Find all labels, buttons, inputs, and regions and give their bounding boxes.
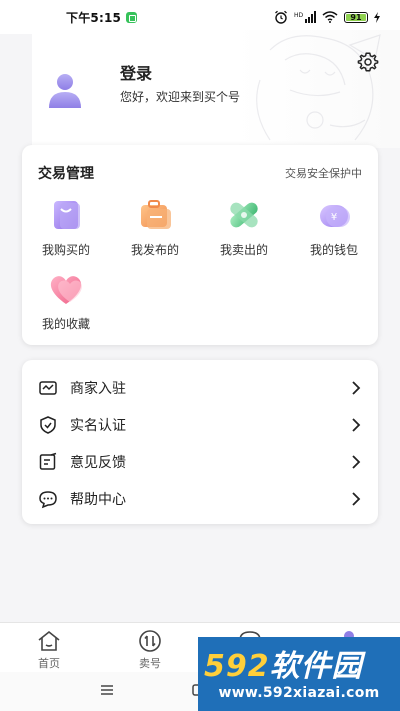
real-name-verify-item[interactable]: 实名认证 (22, 407, 378, 443)
status-time: 下午5:15 (66, 10, 122, 25)
welcome-text: 您好，欢迎来到买个号 (120, 90, 241, 104)
my-published-label: 我发布的 (130, 243, 179, 257)
edit-icon (39, 452, 57, 470)
store-icon (39, 381, 57, 395)
signal-hd-text: HD (294, 12, 304, 19)
help-center-label: 帮助中心 (70, 492, 126, 508)
chevron-right-icon (352, 492, 361, 506)
my-wallet-label: 我的钱包 (309, 243, 358, 257)
my-sold-label: 我卖出的 (219, 243, 268, 257)
home-icon (38, 630, 60, 651)
trade-security-text: 交易安全保护中 (285, 167, 362, 180)
cellular-signal-icon: HD (294, 11, 316, 23)
merchant-join-item[interactable]: 商家入驻 (22, 370, 378, 406)
my-sold-button[interactable]: 我卖出的 (204, 197, 284, 267)
nav-home[interactable]: 首页 (19, 629, 79, 671)
anime-character-illustration (256, 34, 381, 141)
menu-icon[interactable] (100, 684, 114, 696)
help-center-item[interactable]: 帮助中心 (22, 481, 378, 517)
svg-text:¥: ¥ (331, 212, 337, 223)
chevron-right-icon (352, 381, 361, 395)
my-favorites-label: 我的收藏 (41, 317, 90, 331)
bandage-icon (230, 202, 258, 228)
app-notification-icon (126, 11, 138, 23)
site-watermark: 592软件园 www.592xiazai.com (198, 637, 400, 711)
alarm-icon (275, 10, 287, 24)
watermark-brand-number: 592 (204, 649, 270, 684)
login-link[interactable]: 登录 (120, 60, 152, 84)
settings-button[interactable] (356, 50, 380, 74)
battery-icon: 91 (344, 11, 368, 23)
my-purchases-button[interactable]: 我购买的 (26, 197, 106, 267)
status-bar: 下午5:15 HD 91 (0, 0, 400, 34)
status-icons: HD 91 (274, 10, 380, 24)
trade-management-title: 交易管理 (38, 166, 94, 182)
my-favorites-button[interactable]: 我的收藏 (26, 271, 106, 341)
shopping-bag-icon (54, 201, 80, 229)
heart-icon (50, 276, 82, 304)
profile-header: 登录 您好，欢迎来到买个号 (32, 30, 400, 148)
watermark-url: www.592xiazai.com (218, 685, 380, 701)
charging-icon (374, 11, 380, 23)
nav-sell[interactable]: 卖号 (120, 629, 180, 671)
chevron-right-icon (352, 455, 361, 469)
nav-home-label: 首页 (38, 657, 60, 670)
real-name-verify-label: 实名认证 (70, 418, 126, 434)
feedback-label: 意见反馈 (70, 455, 126, 471)
service-menu-card: 商家入驻 实名认证 意见反馈 帮助中心 (22, 360, 378, 524)
gear-icon (357, 52, 379, 72)
chevron-right-icon (352, 418, 361, 432)
exchange-icon (139, 630, 161, 652)
avatar[interactable] (46, 72, 84, 110)
chat-help-icon (39, 491, 57, 509)
feedback-item[interactable]: 意见反馈 (22, 444, 378, 480)
watermark-brand: 592软件园 (204, 641, 363, 685)
nav-sell-label: 卖号 (139, 657, 161, 670)
shield-icon (40, 416, 56, 434)
trade-management-card: 交易管理 交易安全保护中 我购买的 我发布的 我卖出的 ¥ 我的钱包 我的收藏 (22, 145, 378, 345)
merchant-join-label: 商家入驻 (70, 381, 126, 397)
watermark-brand-text: 软件园 (269, 649, 363, 684)
wifi-icon (322, 11, 338, 23)
my-purchases-label: 我购买的 (41, 243, 90, 257)
my-wallet-button[interactable]: ¥ 我的钱包 (294, 197, 374, 267)
wallet-icon: ¥ (320, 205, 350, 227)
my-published-button[interactable]: 我发布的 (115, 197, 195, 267)
battery-level: 91 (350, 12, 362, 22)
briefcase-icon (141, 200, 171, 229)
